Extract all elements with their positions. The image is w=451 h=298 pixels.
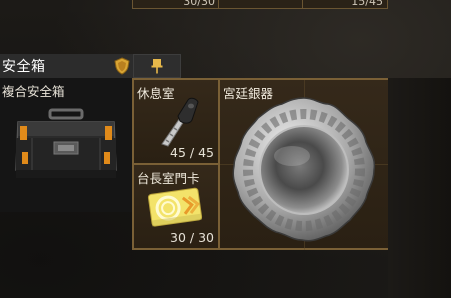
toolbox-icon: [15, 108, 117, 178]
silver-plate-icon: [232, 97, 376, 242]
safe-header: 安全箱: [0, 54, 133, 79]
item-slot-director-room-card[interactable]: 台長室門卡 30 / 30: [133, 164, 219, 249]
inventory-slot-top-right[interactable]: 15/45: [302, 0, 388, 9]
item-count: 45 / 45: [170, 145, 214, 160]
safe-container[interactable]: 複合安全箱: [0, 78, 132, 212]
item-slot-court-silverware[interactable]: 宮廷銀器: [219, 79, 390, 250]
safe-slot-grid: 休息室 45 / 45 台長室門卡 30 / 30 宮廷銀器: [132, 78, 390, 250]
item-slot-rest-room-key[interactable]: 休息室 45 / 45: [133, 79, 219, 164]
item-count: 15/45: [351, 0, 383, 8]
item-count: 30 / 30: [170, 230, 214, 245]
background-panel: [388, 78, 451, 298]
inventory-slot-top-left[interactable]: 30/30: [132, 0, 220, 9]
pin-icon: [151, 59, 163, 74]
shield-icon: [114, 57, 130, 75]
key-icon: [161, 97, 199, 147]
pin-tab[interactable]: [133, 54, 181, 78]
safe-title: 安全箱: [2, 59, 46, 75]
item-count: 30/30: [183, 0, 215, 8]
keycard-icon: [147, 187, 203, 227]
safe-item-name: 複合安全箱: [2, 84, 65, 99]
inventory-slot-top-middle[interactable]: [218, 0, 304, 9]
